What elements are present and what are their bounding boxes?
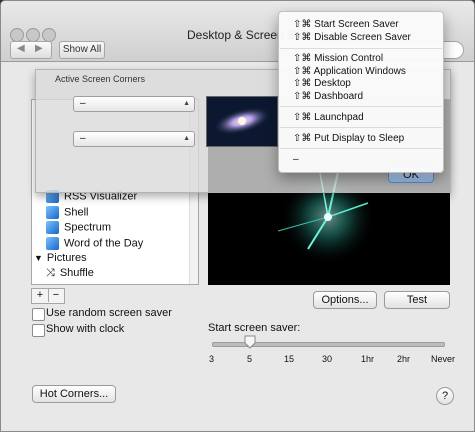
screen-saver-icon xyxy=(46,237,59,250)
random-screen-saver-checkbox[interactable] xyxy=(32,308,45,321)
list-group-pictures[interactable]: ▼ Pictures xyxy=(34,252,198,268)
list-item[interactable]: Shell xyxy=(46,206,198,222)
menu-item-disable-screen-saver[interactable]: ⇧⌘ Disable Screen Saver xyxy=(293,32,411,43)
minimize-button[interactable] xyxy=(26,28,40,42)
random-screen-saver-label: Use random screen saver xyxy=(46,307,172,319)
remove-button[interactable]: − xyxy=(48,289,64,302)
menu-item-none[interactable]: – xyxy=(293,154,299,165)
forward-arrow-icon[interactable]: ▶ xyxy=(35,43,43,54)
menu-item-dashboard[interactable]: ⇧⌘ Dashboard xyxy=(293,91,363,102)
corner-action-menu: ⇧⌘ Start Screen Saver ⇧⌘ Disable Screen … xyxy=(278,11,444,173)
tick-label: 5 xyxy=(247,354,253,364)
close-button[interactable] xyxy=(10,28,24,42)
top-left-corner-popup[interactable]: – ▲ xyxy=(73,96,195,112)
help-button[interactable]: ? xyxy=(436,387,454,405)
show-clock-label: Show with clock xyxy=(46,323,125,335)
menu-separator xyxy=(280,148,442,149)
menu-item-desktop[interactable]: ⇧⌘ Desktop xyxy=(293,78,351,89)
menu-item-start-screen-saver[interactable]: ⇧⌘ Start Screen Saver xyxy=(293,19,399,30)
screen-saver-icon xyxy=(46,221,59,234)
menu-item-put-display-to-sleep[interactable]: ⇧⌘ Put Display to Sleep xyxy=(293,133,404,144)
tick-label: 15 xyxy=(284,354,295,364)
updown-arrows-icon: ▲ xyxy=(183,135,190,142)
slider-knob[interactable] xyxy=(244,335,256,349)
screen-saver-icon xyxy=(46,206,59,219)
shuffle-icon: ⤨ xyxy=(46,267,55,279)
menu-separator xyxy=(280,106,442,107)
menu-item-launchpad[interactable]: ⇧⌘ Launchpad xyxy=(293,112,364,123)
list-item[interactable]: Spectrum xyxy=(46,221,198,237)
show-clock-checkbox[interactable] xyxy=(32,324,45,337)
options-button[interactable]: Options... xyxy=(313,291,377,309)
menu-separator xyxy=(280,48,442,49)
add-button[interactable]: + xyxy=(32,289,49,302)
galaxy-image xyxy=(212,107,272,135)
start-screen-saver-label: Start screen saver: xyxy=(208,322,301,334)
hot-corners-button[interactable]: Hot Corners... xyxy=(32,385,116,403)
list-item[interactable]: ⤨ Shuffle xyxy=(46,267,198,283)
zoom-button[interactable] xyxy=(42,28,56,42)
preferences-window: Desktop & Screen Saver ◀ ▶ Show All RSS … xyxy=(0,0,475,432)
updown-arrows-icon: ▲ xyxy=(183,100,190,107)
tick-label: 1hr xyxy=(361,354,375,364)
tick-label: Never xyxy=(431,354,456,364)
menu-item-application-windows[interactable]: ⇧⌘ Application Windows xyxy=(293,66,406,77)
back-arrow-icon[interactable]: ◀ xyxy=(17,43,25,54)
back-forward-buttons[interactable]: ◀ ▶ xyxy=(10,41,52,59)
show-all-button[interactable]: Show All xyxy=(59,41,105,59)
tick-label: 30 xyxy=(322,354,333,364)
sheet-title: Active Screen Corners xyxy=(55,74,146,84)
tick-label: 3 xyxy=(209,354,215,364)
tick-label: 2hr xyxy=(397,354,411,364)
bottom-left-corner-popup[interactable]: – ▲ xyxy=(73,131,195,147)
test-button[interactable]: Test xyxy=(384,291,450,309)
menu-item-mission-control[interactable]: ⇧⌘ Mission Control xyxy=(293,53,383,64)
add-remove-buttons: + − xyxy=(31,288,65,304)
list-item[interactable]: Word of the Day xyxy=(46,237,198,253)
desktop-thumbnail xyxy=(206,96,278,147)
disclosure-triangle-icon[interactable]: ▼ xyxy=(34,253,43,263)
menu-separator xyxy=(280,127,442,128)
